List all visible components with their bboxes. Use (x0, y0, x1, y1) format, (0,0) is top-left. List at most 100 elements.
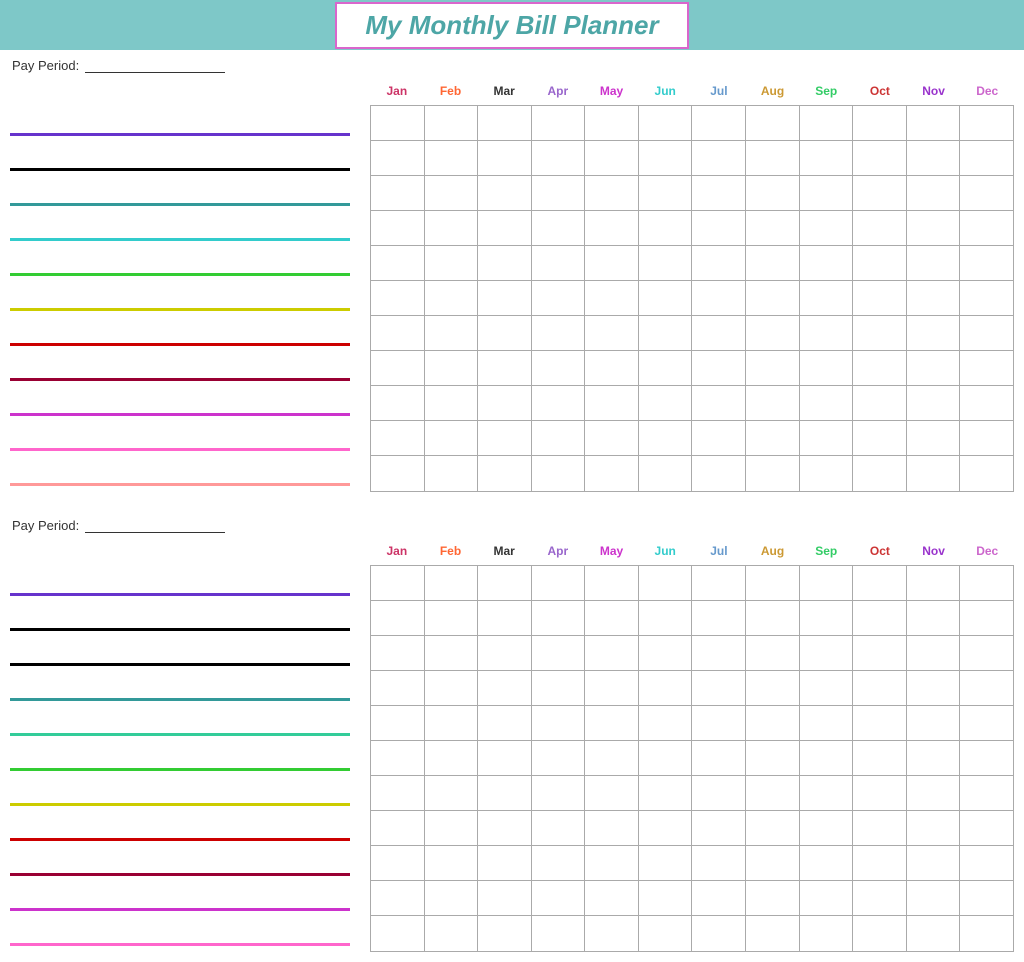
grid-cell[interactable] (853, 351, 907, 385)
grid-cell[interactable] (585, 566, 639, 600)
grid-cell[interactable] (692, 566, 746, 600)
grid-cell[interactable] (425, 176, 479, 210)
grid-cell[interactable] (746, 881, 800, 915)
grid-cell[interactable] (746, 351, 800, 385)
grid-cell[interactable] (371, 846, 425, 880)
grid-cell[interactable] (960, 386, 1013, 420)
grid-cell[interactable] (853, 566, 907, 600)
grid-cell[interactable] (746, 211, 800, 245)
grid-cell[interactable] (532, 671, 586, 705)
grid-cell[interactable] (907, 601, 961, 635)
grid-cell[interactable] (960, 881, 1013, 915)
grid-cell[interactable] (907, 281, 961, 315)
grid-cell[interactable] (532, 141, 586, 175)
grid-cell[interactable] (425, 386, 479, 420)
grid-cell[interactable] (800, 811, 854, 845)
grid-cell[interactable] (960, 141, 1013, 175)
grid-cell[interactable] (907, 456, 961, 491)
grid-cell[interactable] (478, 636, 532, 670)
grid-cell[interactable] (371, 386, 425, 420)
grid-cell[interactable] (960, 351, 1013, 385)
grid-cell[interactable] (371, 881, 425, 915)
grid-cell[interactable] (853, 386, 907, 420)
grid-cell[interactable] (371, 671, 425, 705)
grid-cell[interactable] (478, 106, 532, 140)
grid-cell[interactable] (639, 386, 693, 420)
grid-cell[interactable] (692, 141, 746, 175)
grid-cell[interactable] (746, 916, 800, 951)
grid-cell[interactable] (639, 671, 693, 705)
grid-cell[interactable] (800, 671, 854, 705)
grid-cell[interactable] (425, 246, 479, 280)
grid-cell[interactable] (746, 706, 800, 740)
grid-cell[interactable] (800, 706, 854, 740)
grid-cell[interactable] (532, 776, 586, 810)
grid-cell[interactable] (907, 811, 961, 845)
grid-cell[interactable] (960, 456, 1013, 491)
grid-cell[interactable] (746, 421, 800, 455)
grid-cell[interactable] (532, 601, 586, 635)
grid-cell[interactable] (800, 386, 854, 420)
grid-cell[interactable] (907, 316, 961, 350)
grid-cell[interactable] (746, 636, 800, 670)
grid-cell[interactable] (478, 706, 532, 740)
grid-cell[interactable] (585, 106, 639, 140)
grid-cell[interactable] (800, 176, 854, 210)
grid-cell[interactable] (639, 846, 693, 880)
grid-cell[interactable] (425, 351, 479, 385)
grid-cell[interactable] (853, 176, 907, 210)
grid-cell[interactable] (585, 176, 639, 210)
grid-cell[interactable] (907, 776, 961, 810)
grid-cell[interactable] (532, 881, 586, 915)
grid-cell[interactable] (746, 281, 800, 315)
grid-cell[interactable] (960, 706, 1013, 740)
grid-cell[interactable] (746, 106, 800, 140)
grid-cell[interactable] (800, 351, 854, 385)
grid-cell[interactable] (853, 671, 907, 705)
grid-cell[interactable] (960, 246, 1013, 280)
grid-cell[interactable] (692, 671, 746, 705)
grid-cell[interactable] (692, 601, 746, 635)
grid-cell[interactable] (907, 351, 961, 385)
grid-cell[interactable] (371, 916, 425, 951)
grid-cell[interactable] (478, 741, 532, 775)
grid-cell[interactable] (746, 846, 800, 880)
grid-cell[interactable] (478, 881, 532, 915)
grid-cell[interactable] (960, 211, 1013, 245)
grid-cell[interactable] (585, 811, 639, 845)
grid-cell[interactable] (585, 916, 639, 951)
grid-cell[interactable] (907, 386, 961, 420)
grid-cell[interactable] (425, 211, 479, 245)
grid-cell[interactable] (692, 421, 746, 455)
grid-cell[interactable] (907, 566, 961, 600)
grid-cell[interactable] (425, 776, 479, 810)
grid-cell[interactable] (585, 421, 639, 455)
grid-cell[interactable] (746, 776, 800, 810)
grid-cell[interactable] (800, 916, 854, 951)
grid-cell[interactable] (532, 106, 586, 140)
grid-cell[interactable] (907, 741, 961, 775)
grid-cell[interactable] (425, 106, 479, 140)
grid-cell[interactable] (960, 811, 1013, 845)
grid-cell[interactable] (585, 456, 639, 491)
grid-cell[interactable] (800, 881, 854, 915)
grid-cell[interactable] (692, 456, 746, 491)
grid-cell[interactable] (425, 671, 479, 705)
grid-cell[interactable] (907, 176, 961, 210)
grid-cell[interactable] (639, 566, 693, 600)
grid-cell[interactable] (478, 176, 532, 210)
grid-cell[interactable] (960, 601, 1013, 635)
grid-cell[interactable] (371, 141, 425, 175)
grid-cell[interactable] (692, 281, 746, 315)
grid-cell[interactable] (746, 671, 800, 705)
grid-cell[interactable] (371, 566, 425, 600)
grid-cell[interactable] (639, 421, 693, 455)
grid-cell[interactable] (960, 316, 1013, 350)
grid-cell[interactable] (532, 386, 586, 420)
grid-cell[interactable] (532, 566, 586, 600)
grid-cell[interactable] (585, 881, 639, 915)
grid-cell[interactable] (425, 601, 479, 635)
grid-cell[interactable] (800, 281, 854, 315)
grid-cell[interactable] (907, 706, 961, 740)
grid-cell[interactable] (585, 386, 639, 420)
